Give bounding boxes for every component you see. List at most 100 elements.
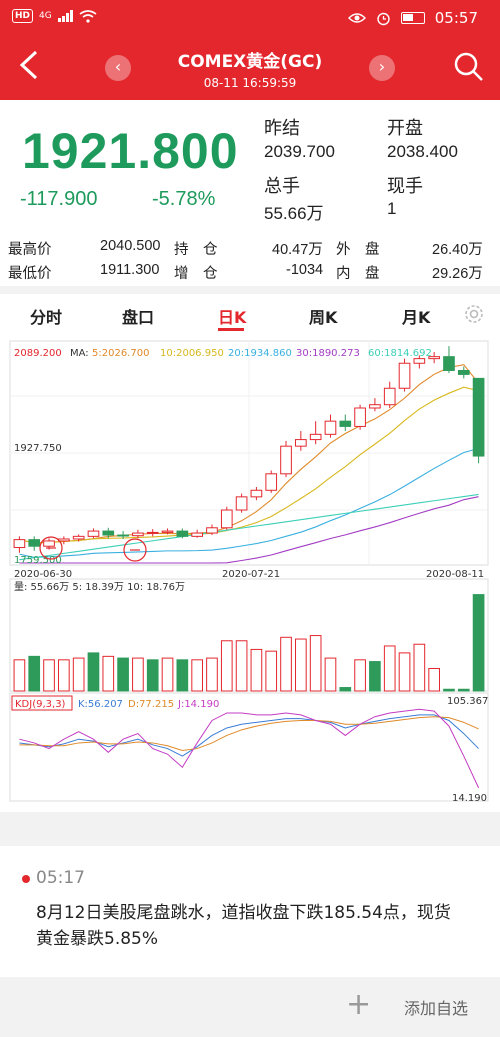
add-watchlist-button[interactable]: 添加自选 [404,995,468,1019]
alarm-icon [377,12,390,25]
volume-bar [428,667,440,692]
low-value: 1911.300 [100,262,160,278]
candle [457,369,470,375]
candle [354,407,366,427]
kdj-lines [19,708,480,789]
candle [28,539,41,547]
candle [413,358,426,364]
volume-bar [176,659,189,692]
price-high-label: 2089.200 [14,348,62,359]
tab-daily-k[interactable]: 日K [218,304,246,328]
chevron-right-icon: › [378,57,386,76]
open-value: 2038.400 [387,142,458,161]
current-volume-label: 现手 [387,176,423,197]
volume-bar [443,688,455,692]
candle [383,387,396,406]
volume-bar [117,657,129,692]
candle [324,420,337,435]
volume-bar [58,659,70,692]
news-dot [22,875,30,883]
ma5-label: 5:2026.700 [92,348,149,359]
kline-chart[interactable]: 2089.200 MA: 5:2026.700 10:2006.950 20:1… [0,336,500,806]
high-label: 最高价 [8,242,52,258]
page-title: COMEX黄金(GC) [177,52,323,72]
candle [309,433,322,441]
kdj-k-label: K:56.207 [78,699,123,710]
hd-badge: HD [12,9,34,23]
outer-volume-value: 26.40万 [432,242,483,258]
candle [132,532,144,537]
prev-settle-label: 昨结 [264,118,300,139]
candle [117,534,129,537]
price-mid-label: 1927.750 [14,443,62,454]
volume-bar [72,657,85,692]
outer-volume-label: 外 盘 [336,242,380,258]
inner-volume-label: 内 盘 [336,266,380,282]
next-contract-button[interactable]: › [369,55,395,81]
volume-bar [43,659,55,692]
news-text[interactable]: 8月12日美股尾盘跳水，道指收盘下跌185.54点，现货黄金暴跌5.85% [36,900,466,952]
date-mid: 2020-07-21 [222,569,280,580]
kdj-title: KDJ(9,3,3) [15,699,66,710]
volume-bar [295,638,307,692]
kdj-d-label: D:77.215 [128,699,174,710]
price-change: -117.900 [20,188,98,210]
signal-icon [57,10,73,22]
tab-weekly-k[interactable]: 周K [309,304,337,328]
search-icon[interactable] [454,52,484,82]
ma-title: MA: [70,348,89,359]
plus-icon[interactable]: + [346,990,371,1020]
volume-bar [265,650,278,692]
kdj-max-label: 105.367 [447,696,488,707]
volume-bar [235,640,248,692]
volume-series [13,594,485,692]
network-type: 4G [39,11,52,21]
volume-bar [280,636,292,692]
candle [87,530,100,537]
candle [146,531,159,534]
volume-bar [309,635,322,692]
volume-bar [132,657,144,692]
last-price: 1921.800 [22,123,239,179]
header-bar: HD 4G 05:57 ‹ COMEX黄金(GC) 08-11 16:59:59… [0,0,500,100]
volume-bar [161,657,174,692]
candle [220,509,233,529]
candle [191,532,203,537]
gear-icon[interactable] [462,302,486,326]
volume-bar [354,659,366,692]
ma60-label: 60:1814.692 [368,348,432,359]
volume-bar [383,645,396,692]
volume-bar [102,655,115,692]
volume-bar [369,661,381,692]
volume-bar [87,652,100,692]
tab-monthly-k[interactable]: 月K [402,304,430,328]
kdj-k-line [19,714,479,757]
price-low-label: 1759.500 [14,555,62,566]
candle [250,489,263,498]
open-label: 开盘 [387,118,423,139]
ma10-label: 10:2006.950 [160,348,224,359]
oi-change-value: -1034 [286,262,324,278]
volume-bar [250,648,263,692]
candle [339,420,352,427]
open-interest-label: 持 仓 [174,242,218,258]
tab-orderbook[interactable]: 盘口 [122,304,154,328]
candle [72,535,85,540]
volume-bar [413,643,426,692]
active-tab-indicator [218,328,244,331]
candle [369,404,381,409]
volume-bar [339,687,352,692]
total-volume-label: 总手 [264,176,300,197]
candle [280,445,292,475]
tab-intraday[interactable]: 分时 [30,304,62,328]
volume-bar [146,659,159,692]
candle [13,539,26,549]
battery-icon [400,12,425,24]
candle [265,473,278,491]
candle [235,496,248,511]
candle [472,377,485,457]
candle [102,530,115,536]
current-volume-value: 1 [387,199,397,218]
total-volume-value: 55.66万 [264,204,324,223]
status-bar: HD 4G 05:57 [0,0,500,36]
